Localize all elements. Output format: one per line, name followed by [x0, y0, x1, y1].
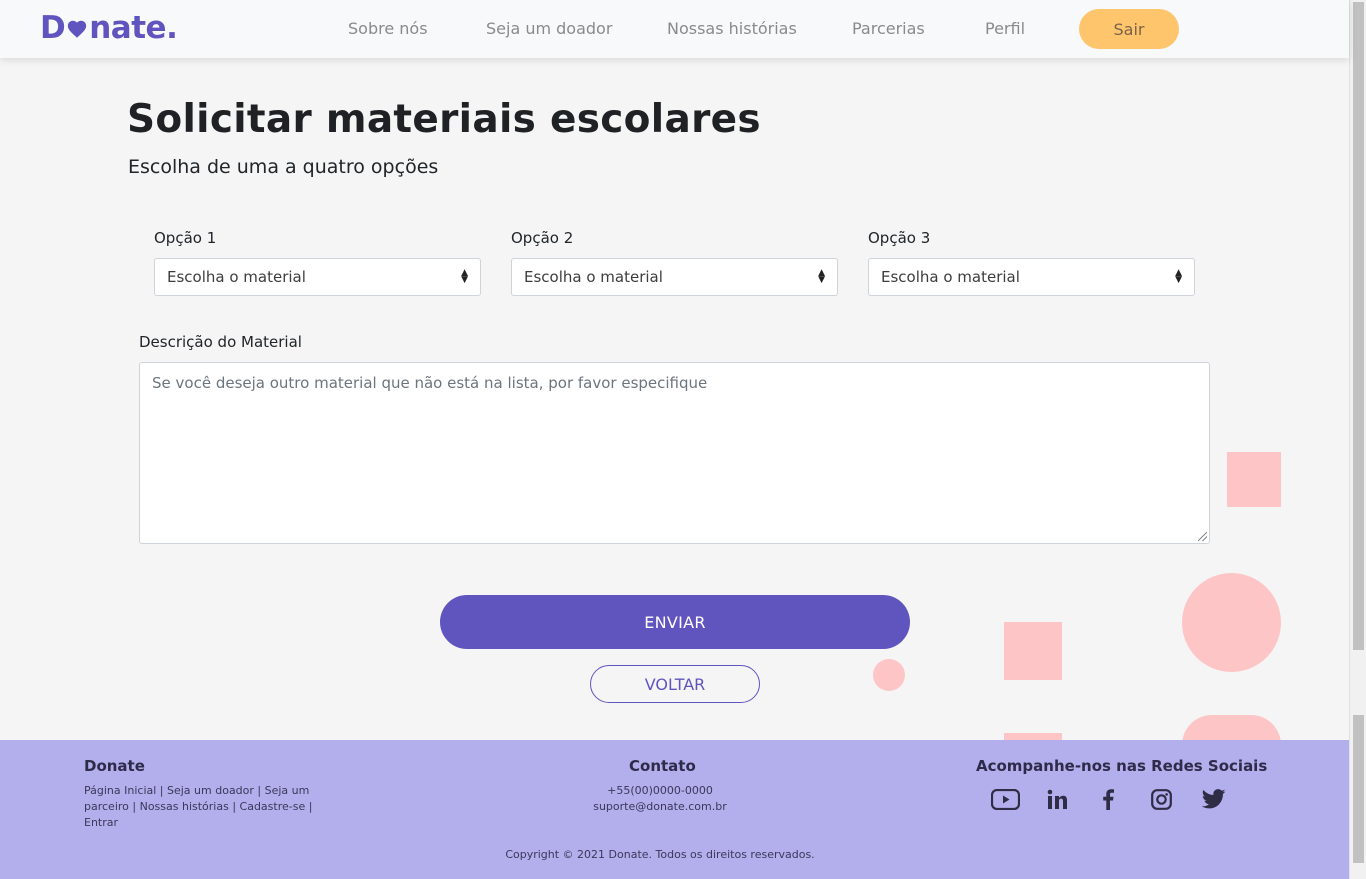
option-2-value: Escolha o material: [524, 268, 663, 286]
submit-button[interactable]: ENVIAR: [440, 595, 910, 649]
footer-copyright: Copyright © 2021 Donate. Todos os direit…: [505, 848, 815, 861]
nav-sobre-nos[interactable]: Sobre nós: [348, 19, 428, 38]
select-arrows-icon: ▲ ▼: [1175, 268, 1182, 285]
select-arrows-icon: ▲ ▼: [461, 268, 468, 285]
decor-circle: [1182, 573, 1281, 672]
page-subtitle: Escolha de uma a quatro opções: [128, 156, 439, 178]
page-title: Solicitar materiais escolares: [127, 97, 761, 142]
footer-email[interactable]: suporte@donate.com.br: [560, 799, 760, 815]
description-label: Descrição do Material: [139, 333, 302, 351]
decor-circle: [873, 659, 905, 691]
logout-button[interactable]: Sair: [1079, 9, 1179, 49]
nav-nossas-historias[interactable]: Nossas histórias: [667, 19, 797, 38]
page-scrollbar[interactable]: [1349, 0, 1366, 879]
youtube-icon[interactable]: [990, 786, 1020, 812]
logo-rest: nate.: [89, 10, 178, 46]
option-1-label: Opção 1: [154, 229, 217, 247]
option-3-label: Opção 3: [868, 229, 931, 247]
heart-icon: [68, 20, 87, 38]
nav-seja-doador[interactable]: Seja um doador: [486, 19, 612, 38]
brand-logo[interactable]: D nate.: [40, 10, 178, 46]
decor-square: [1004, 622, 1062, 680]
scrollbar-thumb[interactable]: [1353, 2, 1364, 650]
decor-square: [1227, 452, 1281, 507]
twitter-icon[interactable]: [1199, 786, 1229, 812]
select-arrows-icon: ▲ ▼: [818, 268, 825, 285]
facebook-icon[interactable]: [1093, 786, 1123, 812]
footer-links[interactable]: Página Inicial | Seja um doador | Seja u…: [84, 783, 314, 831]
footer-donate-title: Donate: [84, 757, 145, 775]
description-placeholder: Se você deseja outro material que não es…: [152, 374, 708, 392]
option-1-value: Escolha o material: [167, 268, 306, 286]
description-textarea[interactable]: Se você deseja outro material que não es…: [139, 362, 1210, 544]
footer-phone: +55(00)0000-0000: [607, 784, 713, 797]
navbar: D nate. Sobre nós Seja um doador Nossas …: [0, 0, 1349, 58]
instagram-icon[interactable]: [1146, 786, 1176, 812]
scrollbar-track-segment: [1353, 715, 1364, 863]
logo-letter-d: D: [40, 10, 66, 46]
option-2-label: Opção 2: [511, 229, 574, 247]
resize-grip-icon[interactable]: [1198, 532, 1207, 541]
linkedin-icon[interactable]: [1042, 786, 1072, 812]
back-button[interactable]: VOLTAR: [590, 665, 760, 703]
option-2-select[interactable]: Escolha o material ▲ ▼: [511, 258, 838, 296]
nav-perfil[interactable]: Perfil: [985, 19, 1025, 38]
nav-parcerias[interactable]: Parcerias: [852, 19, 925, 38]
option-3-select[interactable]: Escolha o material ▲ ▼: [868, 258, 1195, 296]
option-3-value: Escolha o material: [881, 268, 1020, 286]
footer-contact-title: Contato: [629, 757, 696, 775]
footer-social-title: Acompanhe-nos nas Redes Sociais: [976, 757, 1268, 775]
option-1-select[interactable]: Escolha o material ▲ ▼: [154, 258, 481, 296]
